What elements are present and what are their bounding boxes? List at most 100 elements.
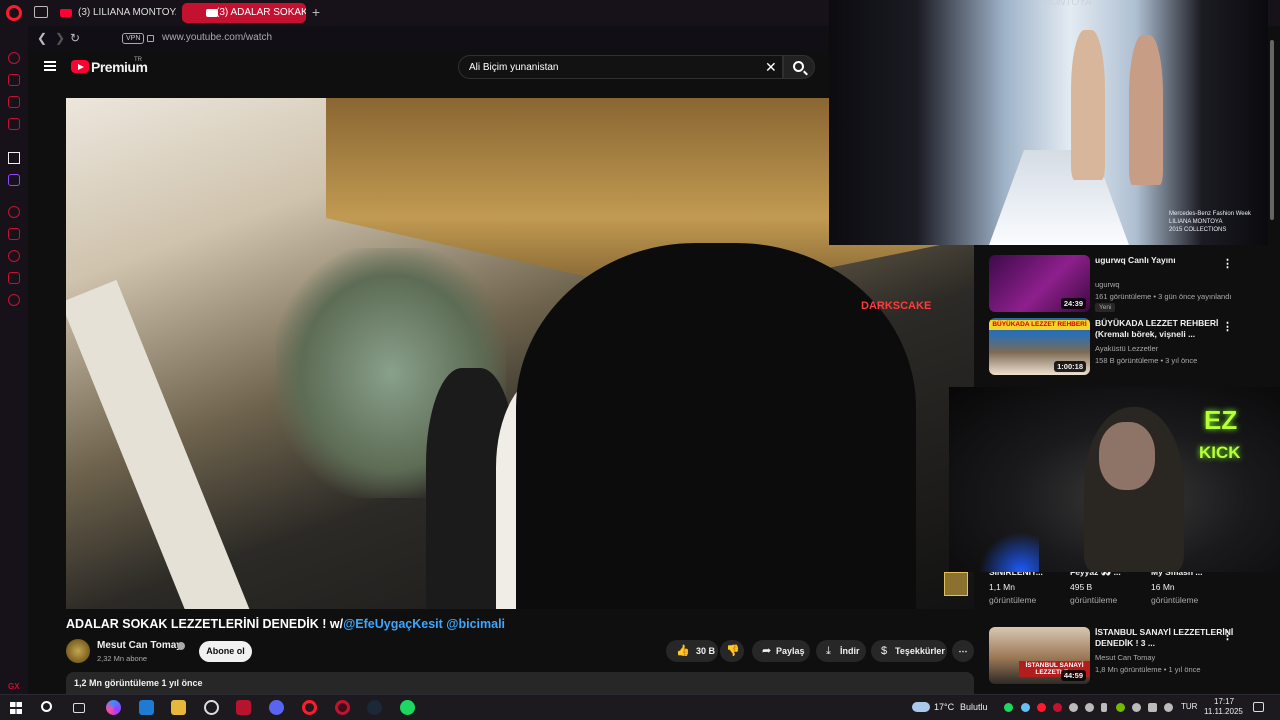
tray-opera-icon[interactable] (1037, 703, 1046, 712)
opera-icon[interactable] (302, 700, 317, 715)
channel-name[interactable]: Mesut Can Tomay (97, 640, 182, 651)
clock-icon[interactable] (8, 250, 20, 262)
thumbs-down-icon: 👎 (726, 645, 740, 657)
obs-icon[interactable] (204, 700, 219, 715)
voicemeeter-icon[interactable] (236, 700, 251, 715)
new-tab-button[interactable]: + (308, 4, 324, 20)
download-icon: ⤓ (826, 645, 831, 657)
search-button[interactable] (783, 55, 815, 79)
instagram-icon[interactable] (8, 118, 20, 130)
opera-gx-icon[interactable] (335, 700, 350, 715)
neon-sign-ez: EZ (1204, 405, 1238, 435)
youtube-logo-icon[interactable] (71, 60, 89, 73)
partial-view-count: 495 B (1070, 582, 1093, 592)
runway-model (1071, 30, 1105, 180)
share-label: Paylaş (776, 646, 805, 656)
weather-temperature[interactable]: 17°C (934, 702, 954, 712)
more-actions-button[interactable]: ⋯ (952, 640, 974, 662)
settings-gear-icon[interactable] (8, 294, 20, 306)
tray-spotify-icon[interactable] (1004, 703, 1013, 712)
music-player-icon[interactable] (8, 152, 20, 164)
recommendation-thumbnail[interactable]: 24:39 (989, 255, 1090, 312)
clock-date[interactable]: 11.11.2025 (1204, 707, 1243, 716)
recommendation-item[interactable]: İSTANBUL SANAYİ LEZZETLE... 44:59 İSTANB… (989, 627, 1269, 685)
lock-icon[interactable] (147, 35, 154, 42)
hamburger-menu-icon[interactable] (44, 61, 56, 71)
more-options-icon[interactable]: ⋮ (1222, 320, 1233, 333)
network-icon[interactable] (1132, 703, 1141, 712)
tray-app-icon[interactable] (1085, 703, 1094, 712)
messenger-icon[interactable] (8, 96, 20, 108)
description-box[interactable]: 1,2 Mn görüntüleme 1 yıl önce (66, 672, 974, 694)
channel-avatar[interactable] (66, 639, 90, 663)
recommendation-thumbnail[interactable]: İSTANBUL SANAYİ LEZZETLE... 44:59 (989, 627, 1090, 684)
video-title-text: ADALAR SOKAK LEZZETLERİNİ DENEDİK ! w/ (66, 617, 344, 631)
new-badge: Yeni (1095, 303, 1116, 312)
subscriber-count: 2,32 Mn abone (97, 654, 148, 663)
tray-obs-icon[interactable] (1069, 703, 1078, 712)
page-scrollbar[interactable] (1270, 40, 1274, 220)
notification-icon[interactable] (1253, 702, 1264, 712)
twitch-icon[interactable] (8, 174, 20, 186)
tray-steam-icon[interactable] (1021, 703, 1030, 712)
gx-control-icon[interactable] (8, 52, 20, 64)
runway-brand-text: MONTOYA (1042, 0, 1092, 8)
download-button[interactable]: ⤓ İndir (816, 640, 866, 662)
tab-label: (3) ADALAR SOKAK LEZZETLERİ (216, 7, 306, 18)
display-icon[interactable] (1148, 703, 1157, 712)
opera-logo-icon[interactable] (6, 5, 22, 21)
task-view-icon[interactable] (73, 703, 85, 713)
recommendation-item[interactable]: 24:39 ugurwq Canlı Yayını ugurwq 161 gör… (989, 255, 1269, 313)
steam-icon[interactable] (367, 700, 382, 715)
partial-view-count: 16 Mn (1151, 582, 1175, 592)
tab-liliana-montoya[interactable]: (3) LILIANA MONTOYA MIAMI (52, 3, 176, 23)
partial-view-count: 1,1 Mn (989, 582, 1015, 592)
share-button[interactable]: ➦ Paylaş (752, 640, 810, 662)
weather-description[interactable]: Bulutlu (960, 702, 988, 712)
nvidia-icon[interactable] (1116, 703, 1125, 712)
tab-adalar-sokak-active[interactable]: (3) ADALAR SOKAK LEZZETLERİ (182, 3, 306, 23)
search-input[interactable]: Ali Biçim yunanistan ✕ (458, 55, 783, 79)
tab-manager-icon[interactable] (34, 6, 48, 18)
url-field[interactable]: www.youtube.com/watch (162, 32, 272, 43)
thanks-button[interactable]: $ Teşekkürler (871, 640, 947, 662)
stream-overlay-name: DARKSCAKE (861, 300, 932, 312)
gx-corner-icon[interactable] (8, 74, 20, 86)
forward-icon[interactable]: ❯ (55, 31, 65, 45)
extensions-icon[interactable] (8, 272, 20, 284)
cloud-icon[interactable] (912, 702, 930, 712)
tray-gx-icon[interactable] (1053, 703, 1062, 712)
spotify-icon[interactable] (400, 700, 415, 715)
recommendation-channel[interactable]: Mesut Can Tomay (1095, 653, 1155, 662)
volume-icon[interactable] (1164, 703, 1173, 712)
clock-time[interactable]: 17:17 (1214, 697, 1234, 706)
vpn-badge[interactable]: VPN (122, 33, 145, 44)
taskbar-search-icon[interactable] (41, 701, 52, 712)
windows-start-icon[interactable] (10, 702, 22, 714)
outlook-icon[interactable] (139, 700, 154, 715)
duration-badge: 24:39 (1060, 298, 1086, 309)
more-options-icon[interactable]: ⋮ (1222, 257, 1233, 270)
clear-search-icon[interactable]: ✕ (765, 59, 777, 76)
file-explorer-icon[interactable] (171, 700, 186, 715)
subscribe-button[interactable]: Abone ol (199, 641, 252, 662)
downloads-icon[interactable] (8, 228, 20, 240)
reload-icon[interactable]: ↻ (70, 31, 80, 45)
partial-view-unit: görüntüleme (989, 595, 1037, 605)
dislike-button[interactable]: 👎 (720, 640, 744, 662)
copilot-icon[interactable] (106, 700, 121, 715)
recommendation-item[interactable]: BÜYÜKADA LEZZET REHBERİ 1:00:18 BÜYÜKADA… (989, 318, 1269, 376)
more-options-icon[interactable]: ⋮ (1222, 629, 1233, 642)
like-button[interactable]: 👍 30 B (666, 640, 718, 662)
microphone-icon[interactable] (1101, 703, 1107, 712)
input-language[interactable]: TUR (1181, 702, 1197, 711)
opera-sidebar: GX (0, 26, 28, 694)
video-title-mentions[interactable]: @EfeUygaçKesit @bicimali (343, 617, 505, 631)
recommendation-channel[interactable]: Ayaküstü Lezzetler (1095, 344, 1158, 353)
history-icon[interactable] (8, 206, 20, 218)
back-icon[interactable]: ❮ (37, 31, 47, 45)
recommendation-channel[interactable]: ugurwq (1095, 280, 1120, 289)
recommendation-thumbnail[interactable]: BÜYÜKADA LEZZET REHBERİ 1:00:18 (989, 318, 1090, 375)
runway-video-overlay[interactable]: MONTOYA Mercedes-Benz Fashion Week LILIA… (829, 0, 1268, 245)
discord-icon[interactable] (269, 700, 284, 715)
